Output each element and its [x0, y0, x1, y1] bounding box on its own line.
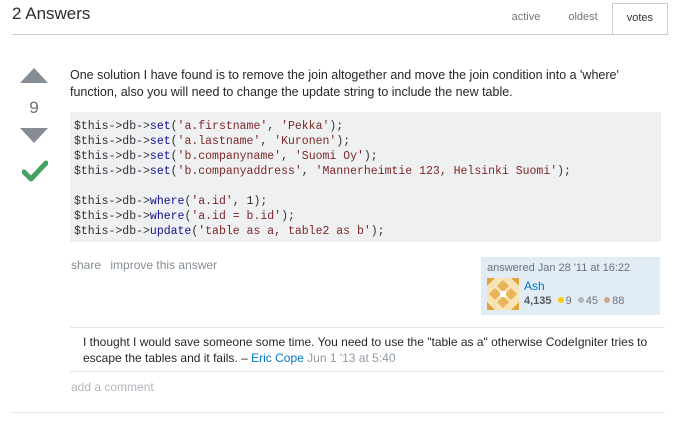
code-line: $this->db->where('a.id', 1);	[74, 194, 267, 209]
code-text: );	[329, 120, 344, 133]
answered-timestamp: answered Jan 28 '11 at 16:22	[487, 262, 631, 274]
code-string: 'Suomi Oy'	[294, 150, 364, 163]
code-line: $this->db->set('b.companyaddress', 'Mann…	[74, 164, 571, 179]
code-text: ,	[267, 120, 282, 133]
comment: I thought I would save someone some time…	[83, 334, 658, 366]
code-string: 'b.companyname'	[177, 150, 282, 163]
vote-count: 9	[29, 98, 39, 117]
user-reputation: 4,135 9 45 88	[524, 295, 624, 307]
downvote-arrow-icon[interactable]	[20, 128, 48, 143]
code-line: $this->db->set('a.firstname', 'Pekka');	[74, 119, 343, 134]
code-text: );	[336, 135, 351, 148]
code-text: (	[170, 135, 178, 148]
user-name-link[interactable]: Ash	[524, 279, 545, 293]
code-text: (	[170, 150, 178, 163]
reputation-score: 4,135	[524, 295, 552, 307]
code-string: 'b.companyaddress'	[177, 165, 302, 178]
code-method: set	[149, 150, 171, 163]
answers-count-title: 2 Answers	[12, 4, 91, 23]
sort-tabs: active oldest votes	[498, 3, 668, 35]
answers-header: 2 Answers active oldest votes	[0, 0, 682, 35]
code-string: 'Pekka'	[281, 120, 330, 133]
answer-body: One solution I have found is to remove t…	[70, 68, 619, 99]
code-text: ,	[281, 150, 295, 163]
accepted-checkmark-icon	[22, 160, 48, 182]
code-method: where	[149, 210, 185, 223]
share-link[interactable]: share	[71, 258, 101, 272]
code-method: set	[149, 165, 171, 178]
code-line: $this->db->set('a.lastname', 'Kuronen');	[74, 134, 350, 149]
code-string: 'a.firstname'	[177, 120, 268, 133]
code-text: (	[170, 165, 178, 178]
code-string: 'table as a, table2 as b'	[198, 225, 371, 238]
code-method: set	[149, 135, 171, 148]
comment-date[interactable]: Jun 1 '13 at 5:40	[307, 351, 395, 365]
comments-top-divider	[70, 327, 665, 328]
code-text: $this->db->	[74, 120, 150, 133]
code-method: where	[149, 195, 185, 208]
code-method: set	[149, 120, 171, 133]
comment-user-link[interactable]: Eric Cope	[251, 351, 304, 365]
code-string: 'a.lastname'	[177, 135, 261, 148]
code-text: ,	[301, 165, 316, 178]
upvote-arrow-icon[interactable]	[20, 68, 48, 83]
code-text: );	[557, 165, 571, 178]
tab-votes[interactable]: votes	[611, 3, 668, 35]
silver-badge-count: 45	[585, 295, 599, 307]
header-divider	[12, 34, 668, 35]
code-text: , 1);	[232, 195, 268, 208]
code-block: $this->db->set('a.firstname', 'Pekka'); $…	[70, 112, 661, 242]
code-line: $this->db->where('a.id = b.id');	[74, 209, 295, 224]
code-string: 'a.id'	[191, 195, 233, 208]
identicon-icon	[487, 278, 519, 310]
code-text: $this->db->	[74, 225, 150, 238]
code-text: $this->db->	[74, 135, 150, 148]
user-avatar[interactable]	[487, 278, 519, 310]
code-text: );	[281, 210, 295, 223]
tab-active[interactable]: active	[498, 3, 555, 32]
bronze-badge-icon	[604, 297, 611, 303]
code-line: $this->db->update('table as a, table2 as…	[74, 224, 385, 239]
code-text: );	[370, 225, 385, 238]
code-text: $this->db->	[74, 165, 150, 178]
code-string: 'a.id = b.id'	[191, 210, 282, 223]
post-menu: share improve this answer	[71, 258, 223, 272]
gold-badge-icon	[557, 297, 564, 303]
comments-bottom-divider	[70, 371, 665, 372]
code-text: );	[363, 150, 378, 163]
code-text: ,	[260, 135, 275, 148]
code-string: 'Kuronen'	[274, 135, 337, 148]
code-text: (	[170, 120, 178, 133]
user-signature-card: answered Jan 28 '11 at 16:22 Ash 4,135 9…	[481, 257, 660, 315]
code-text: $this->db->	[74, 210, 150, 223]
silver-badge-icon	[577, 297, 584, 303]
gold-badge-count: 9	[565, 295, 572, 307]
code-text: $this->db->	[74, 150, 150, 163]
add-comment-link[interactable]: add a comment	[71, 380, 154, 394]
code-text: $this->db->	[74, 195, 150, 208]
improve-answer-link[interactable]: improve this answer	[110, 258, 217, 272]
code-method: update	[149, 225, 192, 238]
code-line: $this->db->set('b.companyname', 'Suomi O…	[74, 149, 378, 164]
code-string: 'Mannerheimtie 123, Helsinki Suomi'	[315, 165, 558, 178]
tab-oldest[interactable]: oldest	[554, 3, 611, 32]
answer-divider	[12, 412, 665, 413]
bronze-badge-count: 88	[612, 295, 625, 307]
